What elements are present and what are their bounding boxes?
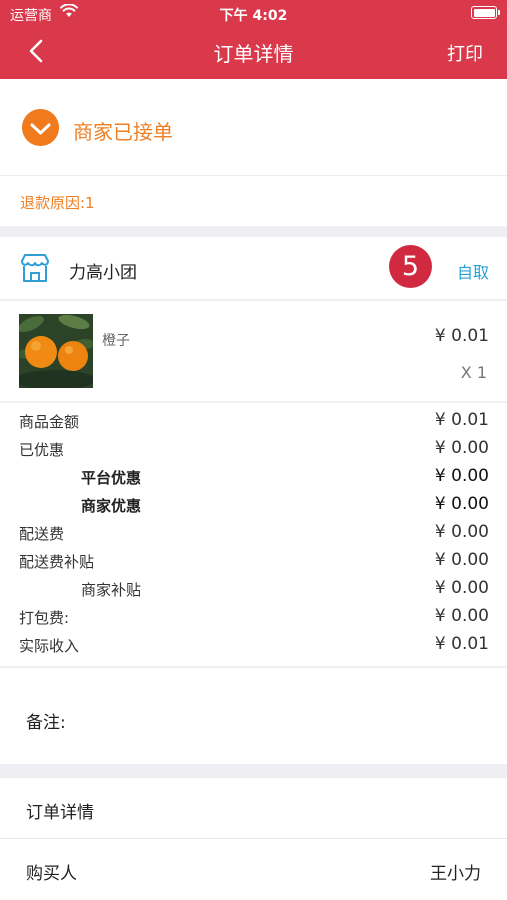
fee-row: 配送费 ¥ 0.00	[0, 519, 507, 547]
delivery-mode: 自取	[456, 263, 489, 282]
fee-label: 配送费	[19, 525, 65, 543]
fee-value: ¥ 0.00	[434, 550, 489, 570]
product-name: 橙子	[102, 333, 130, 349]
status-time: 下午 4:02	[219, 8, 288, 24]
order-detail-title: 订单详情	[26, 803, 94, 823]
status-bar: 运营商 下午 4:02	[0, 0, 507, 28]
fee-value: ¥ 0.00	[434, 606, 489, 626]
product-price: ¥ 0.01	[434, 326, 489, 346]
fee-label: 配送费补贴	[19, 553, 95, 571]
fee-value: ¥ 0.00	[434, 494, 489, 514]
fee-value: ¥ 0.00	[434, 466, 489, 486]
fee-label: 商品金额	[19, 413, 80, 431]
order-status-text: 商家已接单	[73, 120, 173, 144]
buyer-label: 购买人	[26, 864, 77, 884]
fee-row: 商家优惠 ¥ 0.00	[0, 491, 507, 519]
fee-label: 平台优惠	[81, 469, 142, 487]
fee-label: 已优惠	[19, 441, 65, 459]
page-title: 订单详情	[213, 42, 294, 66]
notification-badge: 5	[389, 245, 432, 288]
fee-row: 已优惠 ¥ 0.00	[0, 435, 507, 463]
fee-row: 商品金额 ¥ 0.01	[0, 407, 507, 435]
fee-label: 实际收入	[19, 637, 80, 655]
order-status-card: 商家已接单 退款原因:1	[0, 79, 507, 226]
fee-row: 打包费: ¥ 0.00	[0, 603, 507, 631]
fee-value: ¥ 0.00	[434, 522, 489, 542]
refund-reason: 退款原因:1	[20, 194, 95, 212]
product-quantity: X 1	[460, 363, 487, 382]
fee-row: 实际收入 ¥ 0.01	[0, 631, 507, 659]
fee-value: ¥ 0.01	[434, 410, 489, 430]
battery-icon	[471, 6, 500, 19]
fee-label: 商家补贴	[81, 581, 142, 599]
product-image	[19, 314, 93, 388]
shop-name: 力高小团	[69, 263, 137, 283]
order-detail-card: 订单详情 购买人 王小力	[0, 778, 507, 900]
divider	[0, 175, 507, 176]
fee-label: 商家优惠	[81, 497, 142, 515]
buyer-name: 王小力	[430, 864, 481, 884]
header: 运营商 下午 4:02 订单详情 打印	[0, 0, 507, 79]
remark-card: 备注:	[0, 668, 507, 764]
check-icon	[22, 109, 59, 146]
fee-row: 商家补贴 ¥ 0.00	[0, 575, 507, 603]
store-icon	[21, 254, 49, 282]
fee-value: ¥ 0.01	[434, 634, 489, 654]
remark-label: 备注:	[26, 713, 66, 733]
fee-row: 配送费补贴 ¥ 0.00	[0, 547, 507, 575]
shop-row: 力高小团 5 自取	[0, 237, 507, 299]
product-row: 橙子 ¥ 0.01 X 1	[0, 301, 507, 401]
fee-value: ¥ 0.00	[434, 438, 489, 458]
divider	[0, 838, 507, 839]
fee-value: ¥ 0.00	[434, 578, 489, 598]
fee-summary: 商品金额 ¥ 0.01 已优惠 ¥ 0.00 平台优惠 ¥ 0.00 商家优惠 …	[0, 403, 507, 666]
fee-label: 打包费:	[19, 609, 70, 627]
print-button[interactable]: 打印	[447, 40, 483, 66]
fee-row: 平台优惠 ¥ 0.00	[0, 463, 507, 491]
